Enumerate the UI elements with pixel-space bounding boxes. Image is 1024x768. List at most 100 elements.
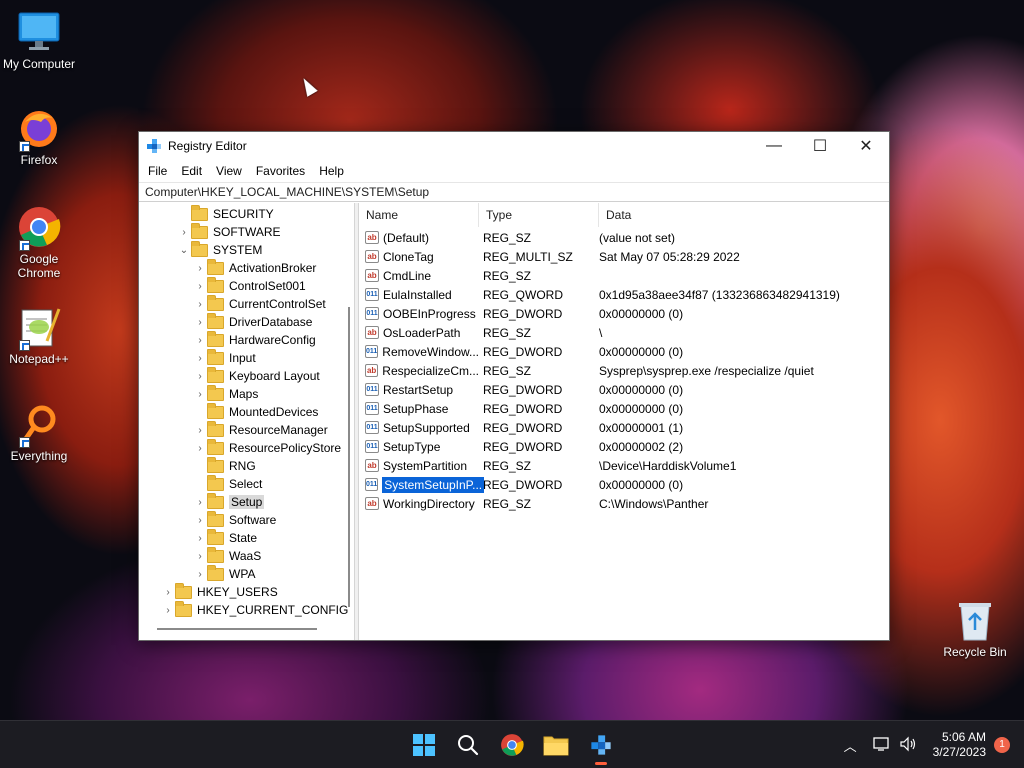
desktop-icon-chrome[interactable]: Google Chrome bbox=[1, 205, 77, 280]
tree-node[interactable]: › Maps bbox=[193, 384, 259, 403]
chevron-right-icon[interactable]: › bbox=[193, 281, 207, 292]
menu-view[interactable]: View bbox=[209, 164, 249, 178]
tree-node[interactable]: MountedDevices bbox=[193, 402, 319, 421]
tree-node[interactable]: › SOFTWARE bbox=[177, 222, 281, 241]
desktop-icon-firefox[interactable]: Firefox bbox=[1, 106, 77, 167]
tree-node[interactable]: › ResourcePolicyStore bbox=[193, 438, 341, 457]
minimize-button[interactable]: — bbox=[751, 132, 797, 160]
chevron-down-icon[interactable]: ⌄ bbox=[177, 245, 191, 256]
tree-node[interactable]: › WaaS bbox=[193, 546, 261, 565]
chevron-up-icon[interactable]: ︿ bbox=[844, 736, 857, 755]
chevron-right-icon[interactable]: › bbox=[193, 569, 207, 580]
network-icon[interactable] bbox=[872, 736, 891, 755]
tree-node[interactable]: › ActivationBroker bbox=[193, 258, 316, 277]
scrollbar-thumb[interactable] bbox=[348, 307, 350, 607]
clock-date: 3/27/2023 bbox=[932, 745, 986, 759]
chevron-right-icon[interactable]: › bbox=[177, 227, 191, 238]
value-type: REG_QWORD bbox=[483, 287, 564, 302]
tree-node[interactable]: SECURITY bbox=[177, 204, 274, 223]
chevron-right-icon[interactable]: › bbox=[193, 443, 207, 454]
registry-value-row[interactable]: 011 SetupPhase REG_DWORD 0x00000000 (0) bbox=[359, 399, 683, 418]
tree-node[interactable]: › ResourceManager bbox=[193, 420, 328, 439]
registry-value-row[interactable]: ab CmdLine REG_SZ bbox=[359, 266, 599, 285]
tree-node[interactable]: › DriverDatabase bbox=[193, 312, 312, 331]
menu-favorites[interactable]: Favorites bbox=[249, 164, 312, 178]
tree-node[interactable]: ⌄ SYSTEM bbox=[177, 240, 262, 259]
chevron-right-icon[interactable]: › bbox=[193, 515, 207, 526]
chevron-right-icon[interactable]: › bbox=[193, 299, 207, 310]
registry-editor-icon[interactable] bbox=[585, 729, 617, 765]
chevron-right-icon[interactable]: › bbox=[193, 317, 207, 328]
tree-node[interactable]: RNG bbox=[193, 456, 256, 475]
column-header-name[interactable]: Name bbox=[359, 203, 479, 227]
tree-node[interactable]: › Keyboard Layout bbox=[193, 366, 320, 385]
chevron-right-icon[interactable]: › bbox=[193, 551, 207, 562]
close-button[interactable]: ✕ bbox=[843, 132, 889, 160]
chevron-right-icon[interactable]: › bbox=[193, 497, 207, 508]
chevron-right-icon[interactable]: › bbox=[193, 425, 207, 436]
tree-node-label: MountedDevices bbox=[229, 405, 319, 419]
file-explorer-icon[interactable] bbox=[540, 729, 572, 761]
folder-icon bbox=[207, 474, 224, 491]
menu-edit[interactable]: Edit bbox=[174, 164, 209, 178]
tree-node[interactable]: › Software bbox=[193, 510, 276, 529]
tree-vertical-scrollbar[interactable] bbox=[347, 207, 350, 607]
chevron-right-icon[interactable]: › bbox=[161, 605, 175, 616]
tree-node-label: Maps bbox=[229, 387, 259, 401]
tree-node[interactable]: › ControlSet001 bbox=[193, 276, 306, 295]
registry-value-row[interactable]: ab SystemPartition REG_SZ \Device\HarddiskV… bbox=[359, 456, 736, 475]
tree-node[interactable]: Select bbox=[193, 474, 262, 493]
title-bar[interactable]: Registry Editor — ☐ ✕ bbox=[139, 132, 889, 160]
chevron-right-icon[interactable]: › bbox=[193, 389, 207, 400]
tree-node-label: RNG bbox=[229, 459, 256, 473]
column-header-type[interactable]: Type bbox=[479, 203, 599, 227]
registry-tree-pane[interactable]: SECURITY › SOFTWARE ⌄ SYSTEM › ActivationBroke… bbox=[139, 203, 355, 640]
value-type: REG_SZ bbox=[483, 268, 532, 283]
registry-value-row[interactable]: ab RespecializeCm... REG_SZ Sysprep\sysprep… bbox=[359, 361, 814, 380]
column-header-data[interactable]: Data bbox=[599, 203, 889, 227]
tree-node[interactable]: › WPA bbox=[193, 564, 255, 583]
tree-node[interactable]: › HardwareConfig bbox=[193, 330, 316, 349]
registry-value-row[interactable]: ab WorkingDirectory REG_SZ C:\Windows\Panth… bbox=[359, 494, 708, 513]
tree-node[interactable]: › State bbox=[193, 528, 257, 547]
chevron-right-icon[interactable]: › bbox=[193, 353, 207, 364]
chevron-right-icon[interactable]: › bbox=[193, 533, 207, 544]
registry-value-row[interactable]: 011 SetupSupported REG_DWORD 0x00000001 (1) bbox=[359, 418, 683, 437]
registry-value-row[interactable]: ab CloneTag REG_MULTI_SZ Sat May 07 05:28:2… bbox=[359, 247, 740, 266]
tree-node[interactable]: › Setup bbox=[193, 492, 265, 511]
notification-badge[interactable]: 1 bbox=[994, 737, 1010, 753]
tree-node[interactable]: › Input bbox=[193, 348, 256, 367]
desktop-icon-my-computer[interactable]: My Computer bbox=[1, 10, 77, 71]
registry-value-row[interactable]: ab OsLoaderPath REG_SZ \ bbox=[359, 323, 602, 342]
values-list-pane[interactable]: Name Type Data ab (Default) REG_SZ (value n… bbox=[359, 203, 889, 640]
registry-editor-window[interactable]: Registry Editor — ☐ ✕ File Edit View Fav… bbox=[138, 131, 890, 641]
chevron-right-icon[interactable]: › bbox=[193, 335, 207, 346]
chevron-right-icon[interactable]: › bbox=[193, 263, 207, 274]
registry-value-row[interactable]: 011 OOBEInProgress REG_DWORD 0x00000000 (0) bbox=[359, 304, 683, 323]
volume-icon[interactable] bbox=[899, 736, 917, 755]
menu-help[interactable]: Help bbox=[312, 164, 351, 178]
windows-start-icon[interactable] bbox=[408, 729, 440, 761]
registry-value-row[interactable]: 011 EulaInstalled REG_QWORD 0x1d95a38aee34f… bbox=[359, 285, 840, 304]
address-bar[interactable]: Computer\HKEY_LOCAL_MACHINE\SYSTEM\Setup bbox=[139, 182, 889, 202]
value-data: \ bbox=[599, 325, 603, 340]
clock[interactable]: 5:06 AM 3/27/2023 bbox=[933, 730, 986, 760]
chevron-right-icon[interactable]: › bbox=[193, 371, 207, 382]
registry-value-row[interactable]: 011 SetupType REG_DWORD 0x00000002 (2) bbox=[359, 437, 683, 456]
desktop-icon-everything[interactable]: Everything bbox=[1, 402, 77, 463]
chevron-right-icon[interactable]: › bbox=[161, 587, 175, 598]
tree-horizontal-scrollbar[interactable] bbox=[157, 628, 317, 630]
chrome-icon[interactable] bbox=[496, 729, 528, 761]
tree-node[interactable]: › CurrentControlSet bbox=[193, 294, 326, 313]
menu-file[interactable]: File bbox=[141, 164, 174, 178]
tree-node[interactable]: › HKEY_CURRENT_CONFIG bbox=[161, 600, 348, 619]
registry-value-row[interactable]: 011 RemoveWindow... REG_DWORD 0x00000000 (0… bbox=[359, 342, 683, 361]
search-icon[interactable] bbox=[452, 729, 484, 761]
maximize-button[interactable]: ☐ bbox=[797, 132, 843, 160]
registry-value-row[interactable]: 011 RestartSetup REG_DWORD 0x00000000 (0) bbox=[359, 380, 683, 399]
desktop-icon-recycle-bin[interactable]: Recycle Bin bbox=[937, 598, 1013, 659]
registry-value-row[interactable]: 011 SystemSetupInP... REG_DWORD 0x00000000 … bbox=[359, 475, 683, 494]
registry-value-row[interactable]: ab (Default) REG_SZ (value not set) bbox=[359, 228, 675, 247]
tree-node[interactable]: › HKEY_USERS bbox=[161, 582, 278, 601]
desktop-icon-notepadpp[interactable]: Notepad++ bbox=[1, 305, 77, 366]
